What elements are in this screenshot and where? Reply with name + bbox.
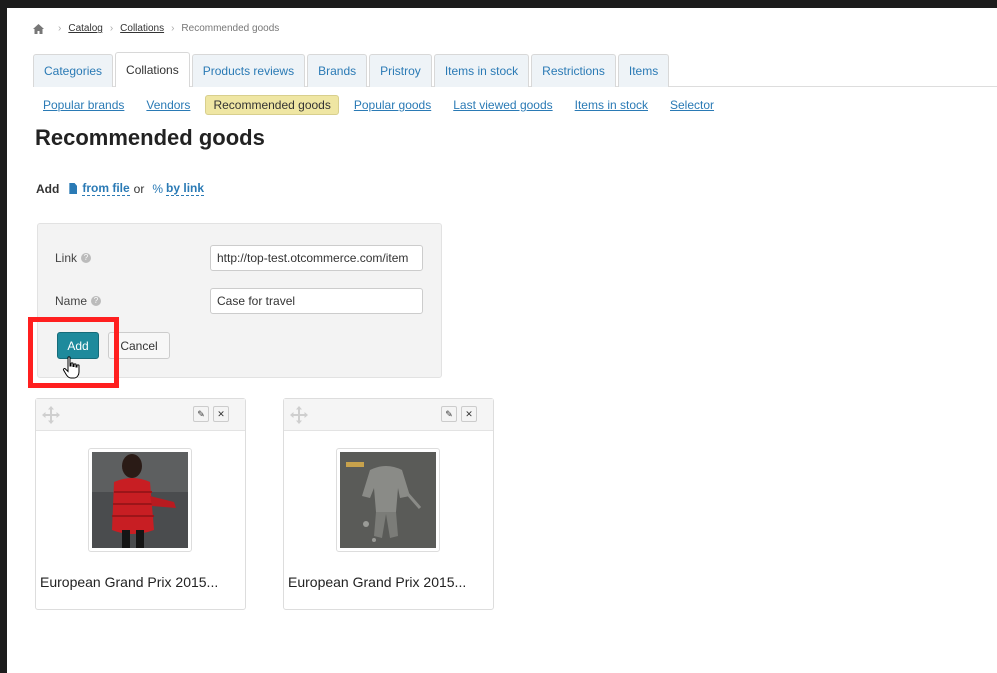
edit-icon[interactable]: ✎	[441, 406, 457, 422]
breadcrumb-separator: ›	[171, 23, 175, 34]
edit-icon[interactable]: ✎	[193, 406, 209, 422]
window-top-border	[0, 0, 997, 8]
file-icon	[69, 183, 78, 194]
or-text: or	[133, 181, 145, 196]
move-icon[interactable]	[41, 405, 61, 425]
link-label-text: Link	[55, 251, 78, 265]
breadcrumb: › Catalog › Collations › Recommended goo…	[33, 23, 279, 34]
card-toolbar: ✎ ✕	[36, 399, 245, 431]
add-actions: Add from file or % by link	[36, 181, 205, 196]
subnav-popular-brands[interactable]: Popular brands	[43, 98, 124, 112]
add-from-file-link[interactable]: from file	[82, 181, 130, 196]
subnav-last-viewed-goods[interactable]: Last viewed goods	[453, 98, 552, 112]
subnav: Popular brands Vendors Recommended goods…	[43, 95, 736, 115]
subnav-recommended-goods[interactable]: Recommended goods	[205, 95, 339, 115]
name-input[interactable]: Case for travel	[210, 288, 423, 314]
move-icon[interactable]	[289, 405, 309, 425]
product-title[interactable]: European Grand Prix 2015...	[288, 574, 466, 590]
tab-brands[interactable]: Brands	[307, 54, 368, 87]
product-image	[336, 448, 440, 552]
product-title[interactable]: European Grand Prix 2015...	[40, 574, 218, 590]
breadcrumb-current: Recommended goods	[181, 23, 280, 34]
product-card: ✎ ✕ European Grand Prix 2015...	[283, 398, 494, 610]
help-icon[interactable]: ?	[81, 253, 92, 263]
tab-products-reviews[interactable]: Products reviews	[191, 54, 306, 87]
subnav-selector[interactable]: Selector	[670, 98, 714, 112]
link-input[interactable]: http://top-test.otcommerce.com/item	[210, 245, 423, 271]
add-label: Add	[36, 181, 60, 196]
delete-icon[interactable]: ✕	[461, 406, 477, 422]
subnav-items-in-stock[interactable]: Items in stock	[575, 98, 648, 112]
tab-collations[interactable]: Collations	[115, 52, 190, 87]
product-image	[88, 448, 192, 552]
link-label: Link ?	[55, 251, 92, 265]
subnav-popular-goods[interactable]: Popular goods	[354, 98, 431, 112]
breadcrumb-catalog[interactable]: Catalog	[68, 23, 102, 34]
tab-items-in-stock[interactable]: Items in stock	[433, 54, 530, 87]
window-left-border	[0, 0, 7, 673]
subnav-vendors[interactable]: Vendors	[146, 98, 190, 112]
page-title: Recommended goods	[35, 125, 265, 150]
tab-categories[interactable]: Categories	[33, 54, 114, 87]
tab-restrictions[interactable]: Restrictions	[531, 54, 616, 87]
tab-items[interactable]: Items	[617, 54, 670, 87]
name-label: Name ?	[55, 294, 102, 308]
breadcrumb-separator: ›	[58, 23, 62, 34]
help-icon[interactable]: ?	[91, 296, 102, 306]
delete-icon[interactable]: ✕	[213, 406, 229, 422]
tab-pristroy[interactable]: Pristroy	[369, 54, 432, 87]
home-icon[interactable]	[33, 23, 44, 34]
link-icon: %	[152, 181, 164, 196]
breadcrumb-collations[interactable]: Collations	[120, 23, 164, 34]
name-label-text: Name	[55, 294, 88, 308]
breadcrumb-separator: ›	[109, 23, 114, 34]
add-by-link-link[interactable]: by link	[166, 181, 205, 196]
main-tabs: Categories Collations Products reviews B…	[33, 52, 671, 87]
card-toolbar: ✎ ✕	[284, 399, 493, 431]
product-card: ✎ ✕ European Grand Prix 2015...	[35, 398, 246, 610]
hand-cursor-icon	[62, 356, 80, 379]
